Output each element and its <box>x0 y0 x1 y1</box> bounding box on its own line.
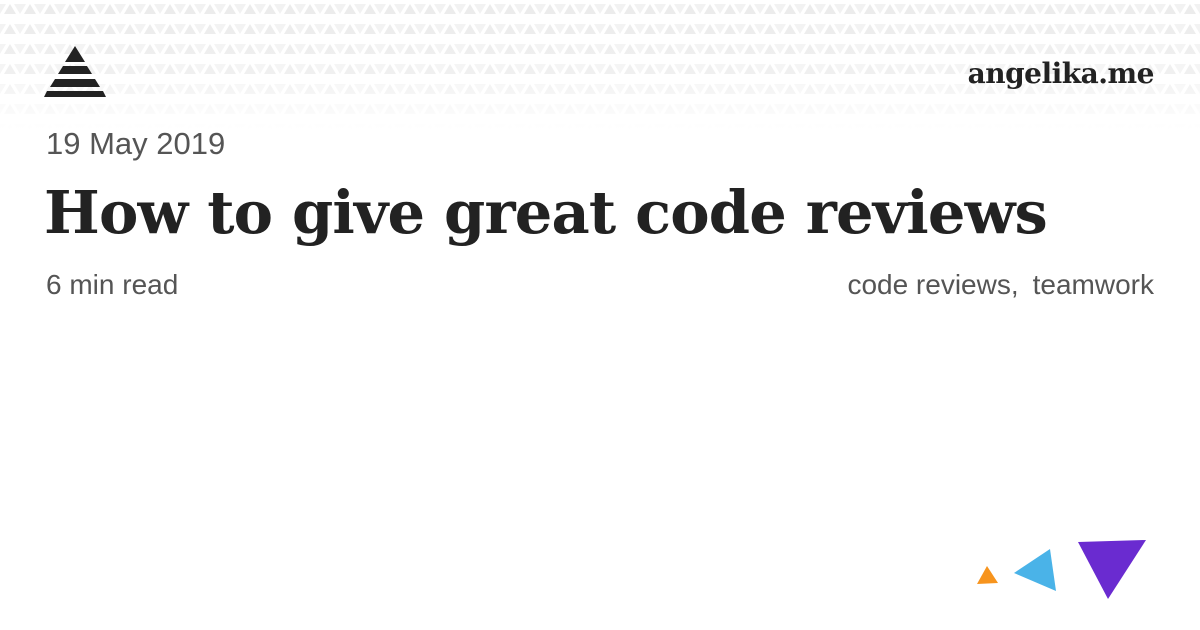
read-time: 6 min read <box>46 269 179 300</box>
pyramid-logo-icon[interactable] <box>44 45 106 98</box>
decorative-triangles <box>977 540 1146 599</box>
site-name-link[interactable]: angelika.me <box>968 54 1155 94</box>
post-date: 19 May 2019 <box>46 126 226 161</box>
tag-teamwork[interactable]: teamwork <box>1033 269 1154 300</box>
tag-separator: , <box>1010 269 1019 300</box>
tag-list: code reviews, teamwork <box>847 265 1154 305</box>
orange-triangle-icon <box>977 566 998 584</box>
purple-triangle-icon <box>1078 540 1146 599</box>
blue-triangle-icon <box>1014 549 1056 591</box>
social-share-card: angelika.me 19 May 2019 How to give grea… <box>0 0 1200 630</box>
tag-code-reviews[interactable]: code reviews <box>847 269 1010 300</box>
post-title: How to give great code reviews <box>44 178 1048 247</box>
